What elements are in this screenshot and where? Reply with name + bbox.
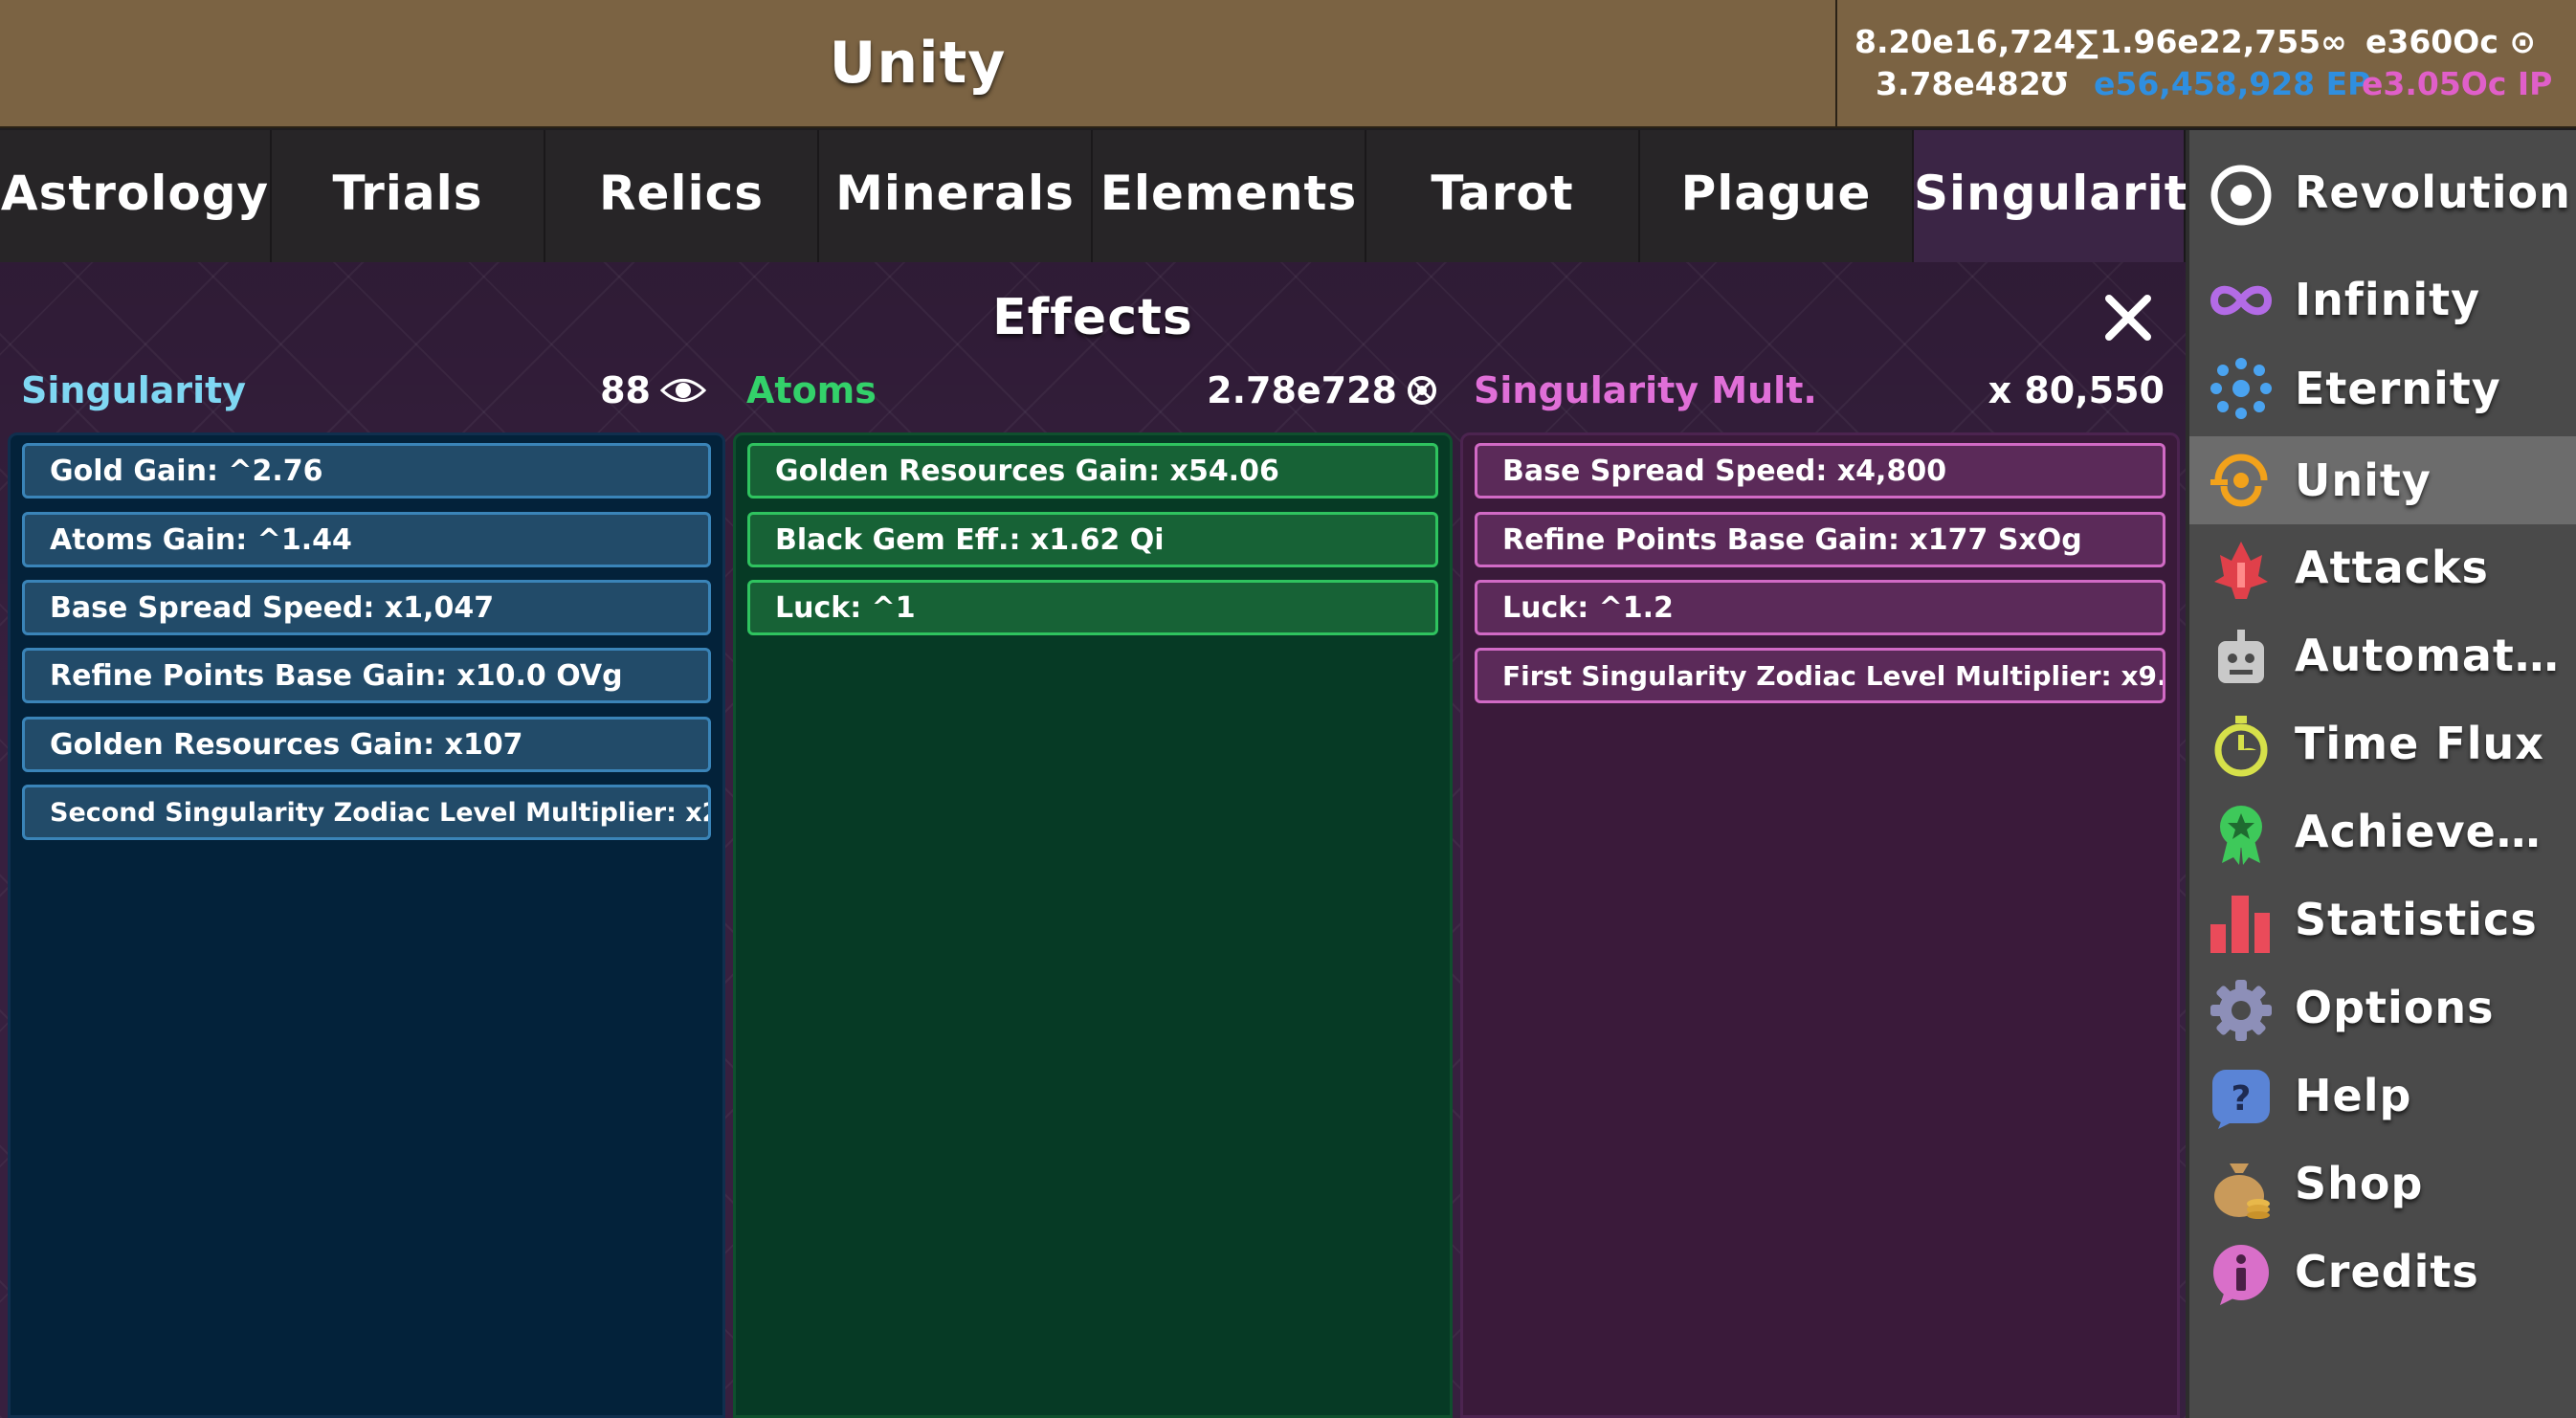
sidebar-item-options[interactable]: Options: [2189, 964, 2576, 1051]
medal-icon: [2220, 806, 2262, 865]
sidebar-item-label: Options: [2295, 982, 2495, 1033]
infinity-icon: [2210, 285, 2273, 316]
sidebar-item-label: Attacks: [2295, 542, 2489, 593]
help-icon: ?: [2212, 1070, 2270, 1129]
atom-icon: [1408, 376, 1436, 405]
list-item: Luck: ^1.2: [1475, 580, 2165, 635]
mult-effects-list: Base Spread Speed: x4,800 Refine Points …: [1460, 432, 2180, 1418]
sidebar-item-label: Revolution: [2295, 166, 2571, 218]
sidebar-item-revolution[interactable]: Revolution: [2189, 149, 2576, 235]
atoms-value: 2.78e728: [1207, 369, 1397, 411]
singularity-header: Singularity 88: [21, 369, 706, 417]
sidebar-item-time-flux[interactable]: Time Flux: [2189, 700, 2576, 787]
page-title: Unity: [829, 30, 1007, 97]
tab-trials[interactable]: Trials: [272, 130, 545, 262]
sidebar-item-label: Infinity: [2295, 274, 2481, 325]
singularity-effects-list: Gold Gain: ^2.76 Atoms Gain: ^1.44 Base …: [8, 432, 725, 1418]
currency-sigma: 8.20e16,724∑: [1854, 23, 2099, 60]
sidebar-item-attacks[interactable]: Attacks: [2189, 524, 2576, 610]
sidebar-item-shop[interactable]: Shop: [2189, 1141, 2576, 1227]
currency-panel: 8.20e16,724∑ 1.96e22,755∞ e360Oc ⊙ 3.78e…: [1835, 0, 2576, 126]
eye-icon: [660, 379, 706, 402]
currency-ip: e3.05Oc IP: [2362, 65, 2553, 102]
stopwatch-icon: [2214, 716, 2268, 777]
singularity-amount: 88: [600, 369, 706, 411]
sidebar-item-help[interactable]: ? Help: [2189, 1052, 2576, 1139]
info-icon: [2213, 1245, 2269, 1305]
mult-header: Singularity Mult. x 80,550: [1474, 369, 2165, 417]
money-bag-icon: [2214, 1163, 2270, 1219]
tab-plague[interactable]: Plague: [1640, 130, 1914, 262]
sidebar-item-label: Eternity: [2295, 363, 2501, 414]
sidebar-item-label: Shop: [2295, 1158, 2424, 1209]
sidebar-item-label: Unity: [2295, 454, 2432, 506]
svg-text:?: ?: [2232, 1079, 2252, 1119]
unity-icon: [2210, 454, 2268, 507]
list-item: Refine Points Base Gain: x177 SxOg: [1475, 512, 2165, 567]
list-item: Second Singularity Zodiac Level Multipli…: [22, 785, 711, 840]
bar-chart-icon: [2210, 896, 2270, 953]
sidebar-item-label: Help: [2295, 1070, 2412, 1121]
close-icon[interactable]: [2101, 291, 2155, 344]
atoms-effects-list: Golden Resources Gain: x54.06 Black Gem …: [733, 432, 1453, 1418]
atoms-amount: 2.78e728: [1207, 369, 1437, 411]
sidebar-nav: Revolution Infinity Eternity Unity Attac…: [2186, 130, 2576, 1418]
sidebar-item-eternity[interactable]: Eternity: [2189, 348, 2576, 429]
list-item: Atoms Gain: ^1.44: [22, 512, 711, 567]
sidebar-item-label: Automation: [2295, 630, 2572, 681]
effects-panel: Effects Singularity 88 Atoms 2.78e728 Si…: [0, 262, 2186, 1418]
sidebar-item-credits[interactable]: Credits: [2189, 1229, 2576, 1315]
tab-astrology[interactable]: Astrology: [0, 130, 272, 262]
tab-tarot[interactable]: Tarot: [1366, 130, 1640, 262]
currency-unity: 3.78e482Ʊ: [1876, 65, 2068, 102]
list-item: Golden Resources Gain: x107: [22, 717, 711, 772]
mult-value: x 80,550: [1988, 369, 2165, 411]
currency-revolution: e360Oc ⊙: [2365, 23, 2537, 60]
tab-relics[interactable]: Relics: [545, 130, 819, 262]
top-header: Unity 8.20e16,724∑ 1.96e22,755∞ e360Oc ⊙…: [0, 0, 2576, 128]
sidebar-item-label: Time Flux: [2295, 718, 2544, 769]
revolution-icon: [2210, 165, 2272, 226]
list-item: Black Gem Eff.: x1.62 Qi: [747, 512, 1438, 567]
atoms-header: Atoms 2.78e728: [746, 369, 1437, 417]
atoms-label: Atoms: [746, 369, 877, 411]
attacks-icon: [2214, 542, 2268, 599]
singularity-label: Singularity: [21, 369, 247, 411]
list-item: Base Spread Speed: x4,800: [1475, 443, 2165, 499]
tab-singularity[interactable]: Singularity: [1914, 130, 2219, 262]
mult-label: Singularity Mult.: [1474, 369, 1817, 411]
currency-infinity: 1.96e22,755∞: [2099, 23, 2347, 60]
currency-ep: e56,458,928 EP: [2094, 65, 2371, 102]
gear-icon: [2210, 980, 2272, 1041]
sidebar-item-label: Statistics: [2295, 894, 2538, 945]
sidebar-item-label: Achievements: [2295, 806, 2572, 857]
robot-icon: [2218, 630, 2264, 683]
sidebar-item-infinity[interactable]: Infinity: [2189, 260, 2576, 339]
effects-title: Effects: [992, 289, 1193, 346]
list-item: First Singularity Zodiac Level Multiplie…: [1475, 648, 2165, 703]
sidebar-item-achievements[interactable]: Achievements: [2189, 788, 2576, 875]
eternity-icon: [2210, 358, 2272, 419]
tab-minerals[interactable]: Minerals: [819, 130, 1093, 262]
sidebar-item-unity[interactable]: Unity: [2189, 436, 2576, 524]
close-button[interactable]: [2101, 291, 2155, 344]
tab-bar: Astrology Trials Relics Minerals Element…: [0, 130, 2219, 262]
list-item: Gold Gain: ^2.76: [22, 443, 711, 499]
sidebar-item-statistics[interactable]: Statistics: [2189, 876, 2576, 963]
list-item: Golden Resources Gain: x54.06: [747, 443, 1438, 499]
list-item: Base Spread Speed: x1,047: [22, 580, 711, 635]
singularity-value: 88: [600, 369, 651, 411]
list-item: Luck: ^1: [747, 580, 1438, 635]
list-item: Refine Points Base Gain: x10.0 OVg: [22, 648, 711, 703]
tab-elements[interactable]: Elements: [1093, 130, 1366, 262]
sidebar-item-automation[interactable]: Automation: [2189, 612, 2576, 698]
sidebar-item-label: Credits: [2295, 1246, 2479, 1297]
